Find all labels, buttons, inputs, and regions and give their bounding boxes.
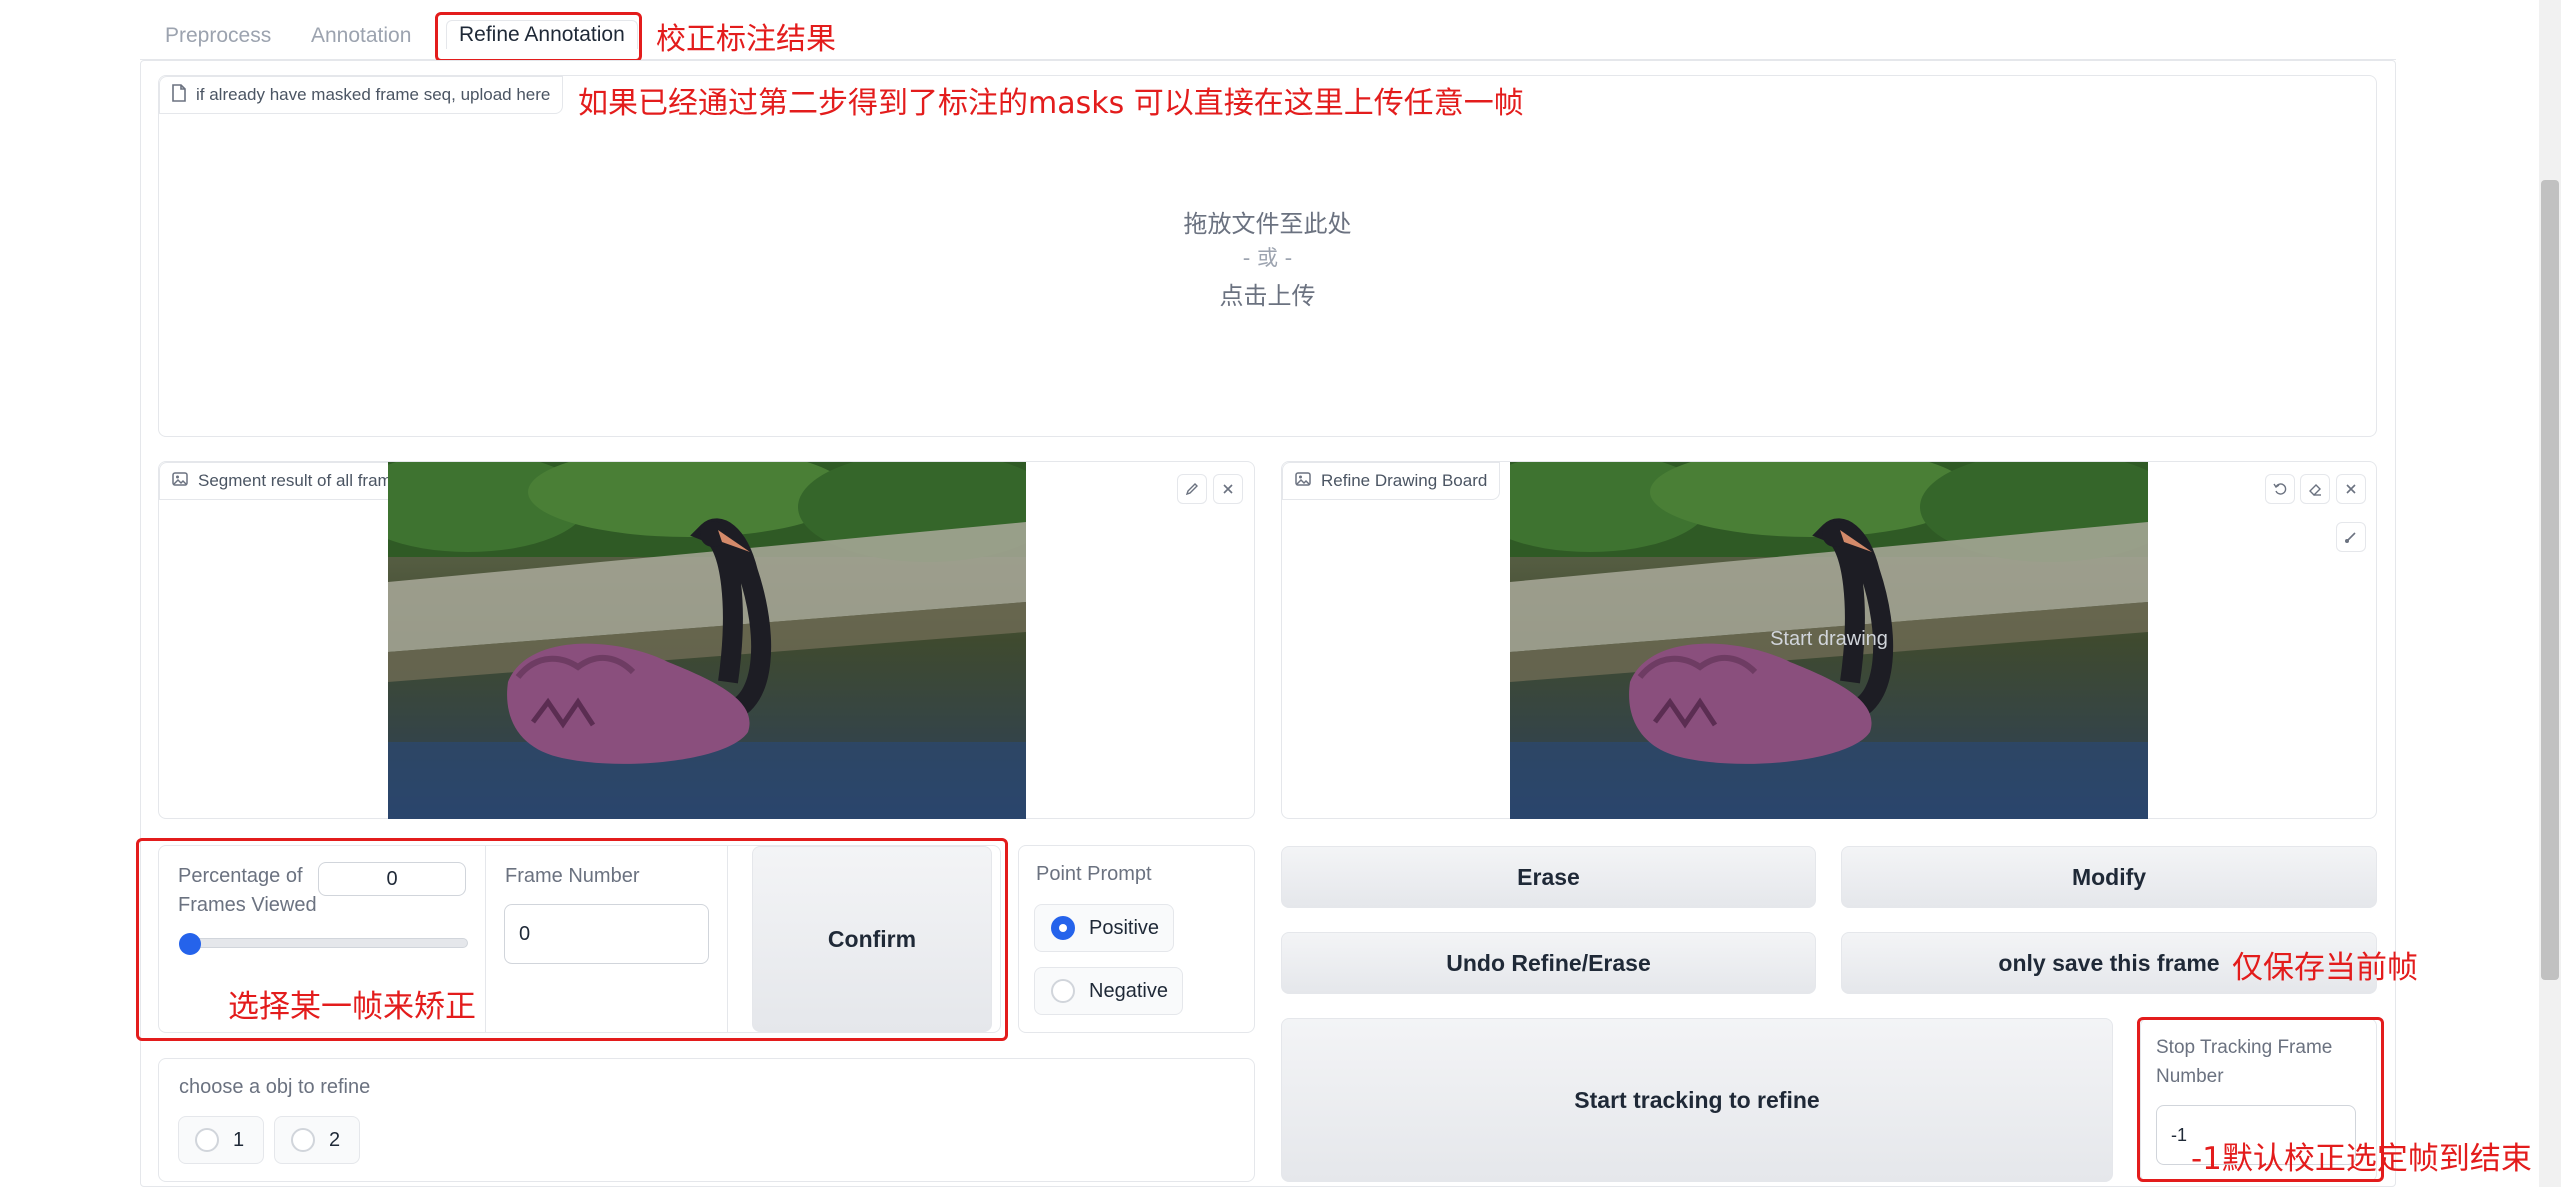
annotation-save-note: 仅保存当前帧 [2232,950,2418,986]
upload-label-text: if already have masked frame seq, upload… [196,85,551,104]
tab-annotation[interactable]: Annotation [311,24,411,48]
obj-option-1-label: 1 [233,1128,245,1151]
image-icon [172,471,188,492]
start-tracking-button[interactable]: Start tracking to refine [1281,1018,2113,1182]
upload-dropzone[interactable]: if already have masked frame seq, upload… [158,75,2377,437]
close-icon[interactable] [1213,474,1243,504]
annotation-select-frame: 选择某一帧来矫正 [228,989,476,1025]
obj-option-1[interactable]: 1 [178,1116,264,1164]
segment-result-image [388,462,1026,819]
obj-option-1-dot[interactable] [195,1128,219,1152]
drawing-board-label: Refine Drawing Board [1282,462,1501,500]
upload-click-text: 点击上传 [1219,282,1316,310]
radio-positive-label: Positive [1089,916,1160,939]
scrollbar-thumb[interactable] [2541,180,2559,980]
drawing-board-overlay-text: Start drawing [1770,628,1888,650]
close-icon[interactable] [2336,474,2366,504]
upload-drop-text: 拖放文件至此处 [1183,210,1352,238]
obj-option-2-dot[interactable] [291,1128,315,1152]
segment-result-label-text: Segment result of all frames [198,471,410,490]
undo-icon[interactable] [2265,474,2295,504]
segment-result-label: Segment result of all frames [159,462,423,500]
radio-negative-dot[interactable] [1051,979,1075,1003]
annotation-upload-note: 如果已经通过第二步得到了标注的masks 可以直接在这里上传任意一帧 [578,86,1524,121]
drawing-board-canvas[interactable]: Start drawing [1510,462,2148,819]
undo-refine-erase-button[interactable]: Undo Refine/Erase [1281,932,1816,994]
brush-icon[interactable] [2336,522,2366,552]
radio-positive-dot[interactable] [1051,916,1075,940]
choose-obj-label: choose a obj to refine [179,1076,371,1098]
tab-preprocess[interactable]: Preprocess [165,24,271,48]
annotation-box-refine-tab [435,12,642,62]
file-icon [172,83,186,107]
obj-option-2[interactable]: 2 [274,1116,360,1164]
radio-negative-label: Negative [1089,979,1168,1002]
point-prompt-label: Point Prompt [1036,863,1152,885]
modify-button[interactable]: Modify [1841,846,2377,908]
upload-or-text: - 或 - [1242,246,1293,270]
radio-negative[interactable]: Negative [1034,967,1183,1015]
radio-positive[interactable]: Positive [1034,904,1175,952]
upload-label: if already have masked frame seq, upload… [159,76,564,114]
image-icon [1295,471,1311,492]
annotation-stop-note: -1默认校正选定帧到结束 [2191,1141,2532,1177]
edit-icon[interactable] [1177,474,1207,504]
annotation-refine-tab: 校正标注结果 [656,22,836,57]
obj-option-2-label: 2 [329,1128,341,1151]
drawing-board-label-text: Refine Drawing Board [1321,471,1488,490]
erase-button[interactable]: Erase [1281,846,1816,908]
eraser-icon[interactable] [2300,474,2330,504]
